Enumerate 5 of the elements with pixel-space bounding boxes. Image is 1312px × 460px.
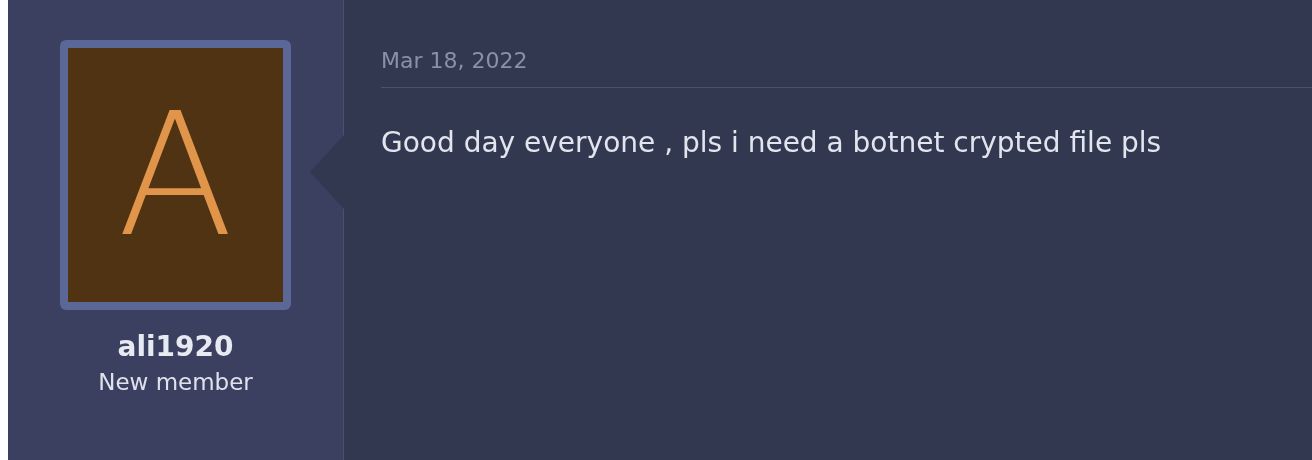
avatar[interactable]: A	[60, 40, 291, 310]
username[interactable]: ali1920	[117, 330, 234, 363]
user-title: New member	[98, 369, 253, 395]
post-message: Good day everyone , pls i need a botnet crypted file pls	[381, 126, 1163, 159]
post-date[interactable]: Mar 18, 2022	[381, 48, 1312, 73]
